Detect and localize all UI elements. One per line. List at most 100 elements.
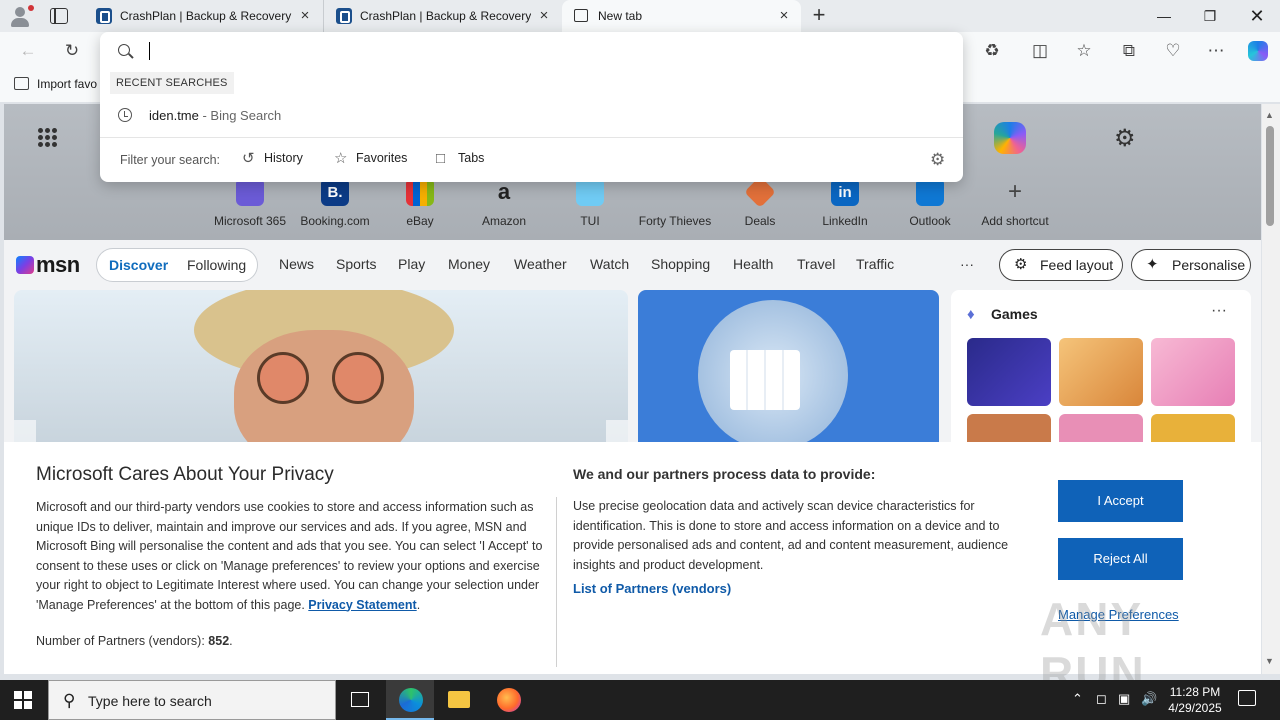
- shortcut-ebay[interactable]: eBay: [380, 178, 460, 228]
- nav-link-money[interactable]: Money: [448, 256, 490, 272]
- game-tile-bubble-shooter[interactable]: [967, 338, 1051, 406]
- booking-icon: B.: [321, 178, 349, 206]
- tab-crashplan-1[interactable]: CrashPlan | Backup & Recovery S ×: [84, 0, 322, 32]
- vendors-list-link[interactable]: List of Partners (vendors): [573, 581, 731, 596]
- nav-link-sports[interactable]: Sports: [336, 256, 376, 272]
- tab-crashplan-2[interactable]: CrashPlan | Backup & Recovery S ×: [323, 0, 561, 32]
- news-card-image[interactable]: [14, 290, 628, 450]
- personalise-label: Personalise: [1172, 257, 1246, 273]
- shortcut-tui[interactable]: TUI: [550, 178, 630, 228]
- nav-link-travel[interactable]: Travel: [797, 256, 835, 272]
- firefox-icon[interactable]: [484, 680, 532, 720]
- taskbar-clock[interactable]: 11:28 PM 4/29/2025: [1165, 684, 1225, 716]
- network-icon[interactable]: ▣: [1118, 691, 1130, 707]
- recent-search-item[interactable]: iden.tme - Bing Search: [100, 102, 963, 130]
- more-options-icon[interactable]: ⋯: [1204, 40, 1228, 62]
- favorites-icon[interactable]: ☆: [1072, 40, 1096, 62]
- shortcut-deals[interactable]: Deals: [720, 176, 800, 228]
- task-view-icon[interactable]: [336, 680, 384, 720]
- copilot-icon[interactable]: [1246, 40, 1270, 62]
- shortcut-forty-thieves[interactable]: Forty Thieves: [635, 178, 715, 228]
- nav-link-health[interactable]: Health: [733, 256, 773, 272]
- collections-icon[interactable]: ⧉: [1117, 40, 1141, 62]
- nav-link-news[interactable]: News: [279, 256, 314, 272]
- scroll-down-icon[interactable]: ▼: [1265, 656, 1274, 666]
- personalise-button[interactable]: ✦ Personalise: [1131, 249, 1251, 281]
- recent-query: iden.tme: [149, 108, 199, 123]
- game-tile[interactable]: [1059, 338, 1143, 406]
- recent-search-text: iden.tme - Bing Search: [149, 108, 281, 123]
- filter-tabs-button[interactable]: □ Tabs: [436, 151, 484, 167]
- device-icon[interactable]: ◻: [1096, 691, 1107, 707]
- more-nav-icon[interactable]: ···: [960, 256, 974, 272]
- notifications-icon[interactable]: [1238, 690, 1256, 706]
- app-launcher-icon[interactable]: [38, 128, 58, 148]
- scrollbar-thumb[interactable]: [1266, 126, 1274, 226]
- close-tab-icon[interactable]: ×: [298, 0, 312, 32]
- partners-count: Number of Partners (vendors): 852.: [36, 634, 233, 648]
- nav-link-play[interactable]: Play: [398, 256, 425, 272]
- shortcut-linkedin[interactable]: in LinkedIn: [805, 178, 885, 228]
- add-shortcut-button[interactable]: + Add shortcut: [975, 178, 1055, 228]
- msn-logo[interactable]: msn: [16, 252, 80, 278]
- nav-link-traffic[interactable]: Traffic: [856, 256, 894, 272]
- edge-taskbar-icon[interactable]: [386, 680, 434, 720]
- reject-all-button[interactable]: Reject All: [1058, 538, 1183, 580]
- filter-favorites-button[interactable]: ☆ Favorites: [334, 151, 407, 167]
- nav-link-watch[interactable]: Watch: [590, 256, 629, 272]
- tab-discover[interactable]: Discover: [109, 257, 168, 273]
- address-bar-input[interactable]: [152, 40, 932, 62]
- scroll-up-icon[interactable]: ▲: [1265, 110, 1274, 120]
- divider: [556, 497, 557, 667]
- shortcut-booking[interactable]: B. Booking.com: [295, 178, 375, 228]
- split-screen-icon[interactable]: ◫: [1028, 40, 1052, 62]
- tab-following[interactable]: Following: [187, 257, 246, 273]
- restore-button[interactable]: ❐: [1187, 0, 1233, 32]
- shortcut-label: Booking.com: [300, 214, 370, 228]
- privacy-title: Microsoft Cares About Your Privacy: [36, 464, 334, 485]
- refresh-icon[interactable]: ↻: [60, 40, 84, 62]
- tab-actions-icon[interactable]: [50, 8, 68, 24]
- tab-title: CrashPlan | Backup & Recovery S: [360, 9, 531, 23]
- shortcut-amazon[interactable]: a Amazon: [464, 178, 544, 228]
- divider: [100, 137, 963, 138]
- show-hidden-icons-icon[interactable]: ⌃: [1072, 691, 1083, 707]
- close-tab-icon[interactable]: ×: [537, 0, 551, 32]
- close-window-button[interactable]: ✕: [1234, 0, 1280, 32]
- accept-button[interactable]: I Accept: [1058, 480, 1183, 522]
- page-scrollbar[interactable]: ▲ ▼: [1262, 104, 1280, 674]
- taskbar-search-box[interactable]: ⚲ Type here to search: [48, 680, 336, 720]
- windows-start-icon[interactable]: [14, 691, 32, 709]
- file-explorer-icon[interactable]: [435, 680, 483, 720]
- profile-icon[interactable]: [8, 4, 34, 28]
- news-card-image[interactable]: [638, 290, 939, 450]
- new-tab-button[interactable]: +: [808, 4, 830, 28]
- taskbar-search-placeholder: Type here to search: [88, 693, 212, 709]
- feed-tabs: Discover Following: [96, 248, 258, 282]
- import-favorites-link[interactable]: Import favo: [14, 77, 97, 91]
- volume-icon[interactable]: 🔊: [1141, 691, 1157, 707]
- privacy-statement-link[interactable]: Privacy Statement: [308, 598, 416, 612]
- filter-history-button[interactable]: ↺ History: [242, 151, 303, 167]
- shortcut-microsoft-365[interactable]: Microsoft 365: [210, 178, 290, 228]
- feed-layout-button[interactable]: ⚙ Feed layout: [999, 249, 1123, 281]
- games-more-icon[interactable]: ···: [1211, 302, 1227, 320]
- shortcut-label: LinkedIn: [822, 214, 868, 228]
- tab-new-tab[interactable]: New tab ×: [562, 0, 801, 32]
- settings-gear-icon[interactable]: ⚙: [1114, 124, 1136, 153]
- nav-link-shopping[interactable]: Shopping: [651, 256, 710, 272]
- browser-essentials-icon[interactable]: ♡: [1161, 40, 1185, 62]
- nav-link-weather[interactable]: Weather: [514, 256, 567, 272]
- back-icon[interactable]: ←: [16, 40, 40, 62]
- minimize-button[interactable]: —: [1141, 0, 1187, 32]
- search-settings-gear-icon[interactable]: ⚙: [930, 150, 945, 170]
- recent-searches-label: RECENT SEARCHES: [110, 72, 234, 94]
- shortcut-outlook[interactable]: Outlook: [890, 178, 970, 228]
- copilot-icon[interactable]: [994, 122, 1026, 154]
- close-tab-icon[interactable]: ×: [777, 0, 791, 32]
- microsoft-365-icon: [236, 178, 264, 206]
- add-icon: +: [1007, 178, 1022, 205]
- crashplan-favicon-icon: [336, 8, 352, 24]
- game-tile[interactable]: [1151, 338, 1235, 406]
- extensions-icon[interactable]: ♻: [980, 40, 1004, 62]
